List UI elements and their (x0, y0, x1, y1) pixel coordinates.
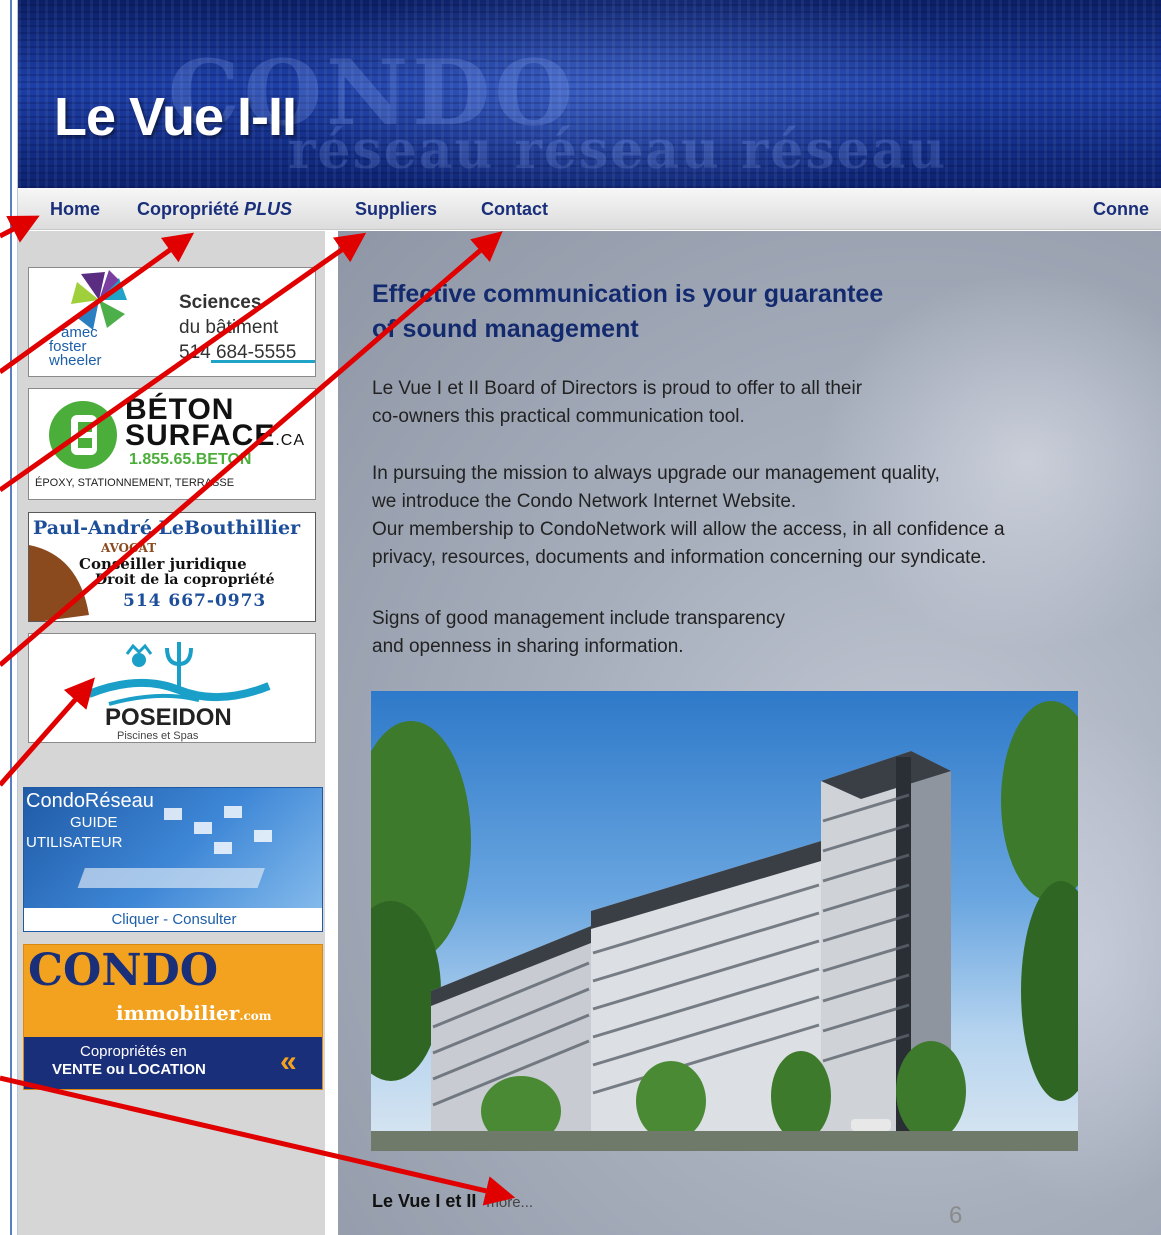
banner-watermark-reseau: réseau réseau réseau (288, 120, 948, 181)
condo-immo-line4: VENTE ou LOCATION (52, 1061, 206, 1078)
beton-phone: 1.855.65.BETON (129, 451, 252, 468)
nav-contact-link[interactable]: Contact (481, 199, 548, 220)
condo-building-illustration (371, 701, 1078, 1151)
beton-tagline: ÉPOXY, STATIONNEMENT, TERRASSE (35, 477, 235, 489)
guide-line2: GUIDE (70, 814, 118, 831)
content-headline: Effective communication is your guarante… (372, 280, 884, 343)
mission-paragraph-line-4: privacy, resources, documents and inform… (372, 547, 987, 568)
guide-consult-link[interactable]: Cliquer - Consulter (24, 908, 322, 931)
nav-copropriete-label: Copropriété (137, 199, 240, 219)
beton-line2: SURFACE.CA (125, 419, 305, 453)
nav-plus-label: PLUS (244, 199, 293, 219)
main-content: Effective communication is your guarante… (338, 231, 1161, 1235)
condo-immo-line3: Copropriétés en (80, 1043, 187, 1060)
guide-line3: UTILISATEUR (26, 834, 123, 851)
main-nav: Home Copropriété PLUS Suppliers Contact … (18, 188, 1161, 230)
ad-condoreseau-guide[interactable]: CondoRéseau GUIDE UTILISATEUR Cliquer - … (23, 787, 323, 932)
lawyer-phone: 514 667-0973 (123, 591, 267, 611)
photo-caption: Le Vue I et II more... (372, 1191, 533, 1212)
lawyer-title: AVOCAT (101, 541, 157, 555)
sidebar: amec foster wheeler Sciences du bâtiment… (18, 231, 325, 1235)
amec-text-sciences: Sciences (179, 292, 262, 313)
condo-immo-word: immobilier (116, 1001, 240, 1025)
site-banner: CONDO réseau réseau réseau Le Vue I-II (18, 0, 1161, 188)
condo-immo-footer: Copropriétés en VENTE ou LOCATION « (24, 1037, 322, 1089)
caption-title: Le Vue I et II (372, 1191, 477, 1211)
mission-paragraph-line-1: In pursuing the mission to always upgrad… (372, 463, 940, 484)
more-link[interactable]: more... (486, 1194, 533, 1211)
page: CONDO réseau réseau réseau Le Vue I-II H… (0, 0, 1161, 1235)
poseidon-tagline: Piscines et Spas (117, 730, 199, 742)
condo-immo-line1: CONDO (28, 945, 219, 996)
ad-poseidon[interactable]: POSEIDON Piscines et Spas (28, 633, 316, 743)
nav-copropriete-plus-link[interactable]: Copropriété PLUS (137, 199, 292, 220)
signs-paragraph-line-2: and openness in sharing information. (372, 636, 684, 657)
beton-surface-text: SURFACE (125, 419, 276, 452)
condo-immo-arrow-icon: « (280, 1045, 297, 1078)
guide-line1: CondoRéseau (26, 790, 154, 812)
amec-text-batiment: du bâtiment (179, 317, 279, 338)
intro-paragraph-line-2: co-owners this practical communication t… (372, 406, 745, 427)
beton-suffix: .CA (275, 432, 306, 449)
nav-connect-link[interactable]: Conne (1093, 199, 1149, 220)
ad-lawyer-lebouthillier[interactable]: Paul-André LeBouthillier AVOCAT Conseill… (28, 512, 316, 622)
ad-condo-immobilier[interactable]: CONDO immobilier.com Copropriétés en VEN… (23, 944, 323, 1090)
nav-suppliers-link[interactable]: Suppliers (355, 199, 437, 220)
condo-immo-line2: immobilier.com (116, 1001, 272, 1025)
nav-home-link[interactable]: Home (50, 199, 100, 220)
site-title: Le Vue I-II (54, 87, 297, 147)
ad-amec-foster-wheeler[interactable]: amec foster wheeler Sciences du bâtiment… (28, 267, 316, 377)
ad-beton-surface[interactable]: BÉTON SURFACE.CA 1.855.65.BETON ÉPOXY, S… (28, 388, 316, 500)
lawyer-swoosh-icon (29, 545, 89, 621)
mission-paragraph-line-3: Our membership to CondoNetwork will allo… (372, 519, 1005, 540)
lawyer-name: Paul-André LeBouthillier (33, 517, 301, 539)
beton-surface-logo-icon (49, 401, 117, 469)
amec-brand-line3: wheeler (49, 352, 102, 369)
building-photo (371, 691, 1078, 1151)
window-left-border (10, 0, 12, 1235)
poseidon-name: POSEIDON (105, 704, 232, 731)
lawyer-line2: Droit de la copropriété (95, 572, 275, 588)
intro-paragraph-line-1: Le Vue I et II Board of Directors is pro… (372, 378, 863, 399)
mission-paragraph-line-2: we introduce the Condo Network Internet … (372, 491, 797, 512)
signs-paragraph-line-1: Signs of good management include transpa… (372, 608, 785, 629)
lawyer-line1: Conseiller juridique (79, 555, 247, 573)
slide-page-number: 6 (949, 1202, 963, 1229)
amec-phone: 514 684-5555 (179, 342, 297, 363)
poseidon-trident-icon (87, 642, 271, 706)
condo-immo-suffix: .com (239, 1009, 272, 1023)
